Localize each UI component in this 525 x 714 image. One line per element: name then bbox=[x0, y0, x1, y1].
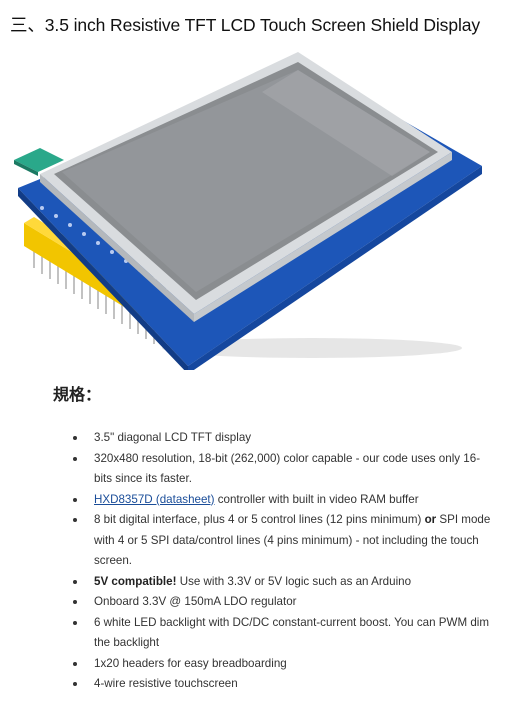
list-item: HXD8357D (datasheet) controller with bui… bbox=[73, 490, 493, 511]
list-item: 1x20 headers for easy breadboarding bbox=[73, 654, 493, 675]
list-item: Onboard 3.3V @ 150mA LDO regulator bbox=[73, 592, 493, 613]
list-item: 6 white LED backlight with DC/DC constan… bbox=[73, 613, 493, 654]
list-item: 320x480 resolution, 18-bit (262,000) col… bbox=[73, 449, 493, 490]
specs-heading: 規格： bbox=[53, 387, 102, 404]
lcd-shield-photo bbox=[14, 52, 482, 370]
specs-list: 3.5" diagonal LCD TFT display 320x480 re… bbox=[73, 428, 493, 695]
page-title: 三、3.5 inch Resistive TFT LCD Touch Scree… bbox=[10, 15, 481, 35]
datasheet-link[interactable]: HXD8357D (datasheet) bbox=[94, 493, 215, 506]
list-item: 5V compatible! Use with 3.3V or 5V logic… bbox=[73, 572, 493, 593]
list-item: 3.5" diagonal LCD TFT display bbox=[73, 428, 493, 449]
list-item: 4-wire resistive touchscreen bbox=[73, 674, 493, 695]
list-item: 8 bit digital interface, plus 4 or 5 con… bbox=[73, 510, 493, 572]
